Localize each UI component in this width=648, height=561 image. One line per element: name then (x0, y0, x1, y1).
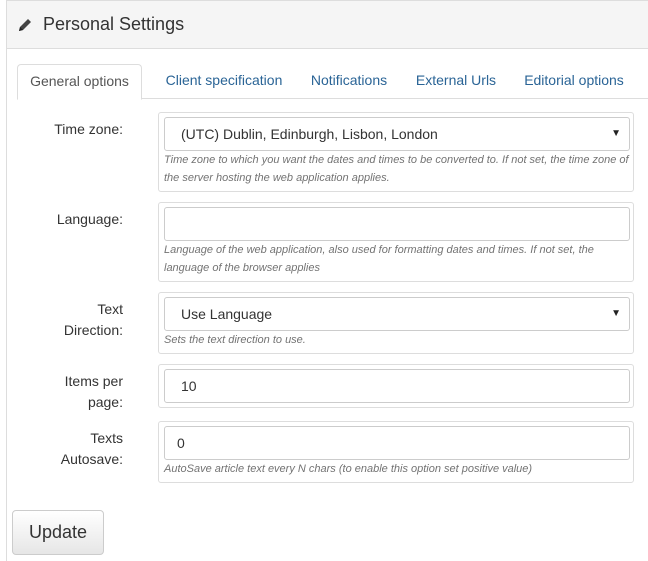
panel-heading: Personal Settings (7, 1, 648, 49)
items-per-page-label: Items per page: (64, 373, 123, 410)
timezone-value: (UTC) Dublin, Edinburgh, Lisbon, London (181, 126, 438, 142)
text-direction-select[interactable]: Use Language ▼ (164, 297, 630, 331)
texts-autosave-input[interactable]: 0 (164, 426, 630, 460)
items-per-page-group: 10 (158, 364, 634, 408)
language-label: Language: (56, 211, 123, 227)
language-group: Language of the web application, also us… (158, 202, 634, 282)
texts-autosave-label: Texts Autosave: (60, 430, 123, 467)
tab-external-urls[interactable]: External Urls (409, 64, 503, 99)
text-direction-help: Sets the text direction to use. (164, 334, 306, 346)
timezone-select[interactable]: (UTC) Dublin, Edinburgh, Lisbon, London … (164, 117, 630, 151)
page-title: Personal Settings (43, 14, 185, 34)
language-help: Language of the web application, also us… (164, 244, 594, 274)
texts-autosave-help: AutoSave article text every N chars (to … (164, 463, 533, 475)
caret-down-icon: ▼ (611, 128, 621, 139)
tab-general-options[interactable]: General options (17, 64, 142, 100)
settings-tabs: General options Client specification Not… (17, 64, 648, 100)
tab-notifications[interactable]: Notifications (303, 64, 395, 99)
timezone-help: Time zone to which you want the dates an… (164, 154, 629, 184)
timezone-group: (UTC) Dublin, Edinburgh, Lisbon, London … (158, 112, 634, 192)
text-direction-value: Use Language (181, 306, 273, 322)
items-per-page-input[interactable]: 10 (164, 369, 630, 403)
tab-editorial-options[interactable]: Editorial options (517, 64, 631, 99)
caret-down-icon: ▼ (611, 308, 621, 319)
text-direction-label: Text Direction: (63, 301, 123, 338)
text-direction-group: Use Language ▼ Sets the text direction t… (158, 292, 634, 354)
language-input[interactable] (164, 207, 630, 241)
timezone-label: Time zone: (54, 121, 123, 137)
texts-autosave-group: 0 AutoSave article text every N chars (t… (158, 421, 634, 483)
pencil-icon (17, 17, 33, 33)
update-button[interactable]: Update (12, 510, 104, 555)
tab-client-specification[interactable]: Client specification (154, 64, 294, 99)
